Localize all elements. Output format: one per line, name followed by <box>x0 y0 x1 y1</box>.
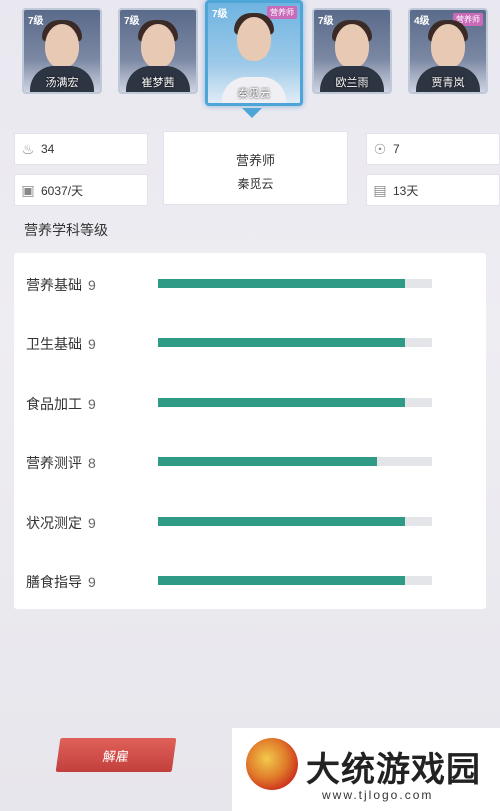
money-icon: ▣ <box>21 181 35 198</box>
character-name: 秦觅云 <box>237 88 271 100</box>
medal-value: 7 <box>393 142 400 156</box>
skill-bar-fill <box>158 517 405 526</box>
section-title: 营养学科等级 <box>24 222 108 238</box>
skill-row: 营养基础 9 <box>14 253 486 293</box>
skill-row: 卫生基础 9 <box>14 312 486 352</box>
skill-row: 状况测定 9 <box>14 491 486 531</box>
calendar-icon: ▤ <box>373 181 387 198</box>
character-name: 汤满宏 <box>45 77 79 89</box>
character-card-4[interactable]: 7级 欧兰雨 <box>312 8 392 94</box>
character-card-5[interactable]: 4级 营养师 贾青岚 <box>408 8 488 94</box>
skill-bar <box>158 517 432 526</box>
job-tag: 营养师 <box>267 6 297 19</box>
character-name: 欧兰雨 <box>335 77 369 89</box>
selection-pointer-icon <box>242 108 262 118</box>
salary-box: ▣ 6037/天 <box>14 174 148 206</box>
portrait-face <box>237 17 271 61</box>
job-title: 营养师 <box>235 153 275 168</box>
age-value: 34 <box>41 142 55 156</box>
salary-value: 6037/天 <box>41 183 84 198</box>
medal-icon: ☉ <box>373 140 387 157</box>
character-strip: 7级 汤满宏 7级 崔梦茜 7级 营养师 秦觅云 7级 欧兰雨 4级 营养师 贾… <box>0 0 500 120</box>
level-label: 7级 <box>124 16 140 27</box>
days-box: ▤ 13天 <box>366 174 500 206</box>
character-card-selected[interactable]: 7级 营养师 秦觅云 <box>205 0 303 106</box>
skill-label: 卫生基础 9 <box>26 336 96 352</box>
character-name-main: 秦觅云 <box>237 177 274 191</box>
portrait-face <box>141 24 175 68</box>
level-label: 7级 <box>212 9 228 20</box>
skill-bar-fill <box>158 279 405 288</box>
character-card-2[interactable]: 7级 崔梦茜 <box>118 8 198 94</box>
watermark-logo-icon <box>246 738 298 790</box>
fire-button[interactable]: 解雇 <box>55 738 177 772</box>
level-label: 7级 <box>28 16 44 27</box>
skill-bar <box>158 398 432 407</box>
watermark-url: www.tjlogo.com <box>322 788 434 802</box>
skill-label: 膳食指导 9 <box>26 574 96 590</box>
days-value: 13天 <box>393 183 419 198</box>
portrait-face <box>45 24 79 68</box>
skill-label: 营养测评 8 <box>26 455 96 471</box>
portrait-face <box>431 24 465 68</box>
skill-bar <box>158 279 432 288</box>
profile-box: 营养师 秦觅云 <box>163 131 348 205</box>
skill-label: 状况测定 9 <box>26 515 96 531</box>
skill-bar-fill <box>158 398 405 407</box>
skill-bar <box>158 576 432 585</box>
character-name: 贾青岚 <box>431 77 465 89</box>
skill-row: 食品加工 9 <box>14 372 486 412</box>
skill-bar-fill <box>158 457 378 466</box>
skill-bar-fill <box>158 576 405 585</box>
skill-bar <box>158 338 432 347</box>
skill-row: 膳食指导 9 <box>14 550 486 590</box>
portrait-face <box>335 24 369 68</box>
character-card-1[interactable]: 7级 汤满宏 <box>22 8 102 94</box>
character-name: 崔梦茜 <box>141 77 175 89</box>
age-box: ♨ 34 <box>14 133 148 165</box>
watermark: 大统游戏园 www.tjlogo.com <box>232 728 500 811</box>
skill-bar-fill <box>158 338 405 347</box>
skill-label: 营养基础 9 <box>26 277 96 293</box>
skills-panel: 营养基础 9 卫生基础 9 食品加工 9 营养测评 8 状况测定 9 膳食指导 9 <box>14 253 486 609</box>
level-label: 4级 <box>414 16 430 27</box>
skill-label: 食品加工 9 <box>26 396 96 412</box>
cake-icon: ♨ <box>21 140 35 157</box>
level-label: 7级 <box>318 16 334 27</box>
watermark-text: 大统游戏园 <box>306 750 481 790</box>
skill-row: 营养测评 8 <box>14 431 486 471</box>
medal-box: ☉ 7 <box>366 133 500 165</box>
skill-bar <box>158 457 432 466</box>
